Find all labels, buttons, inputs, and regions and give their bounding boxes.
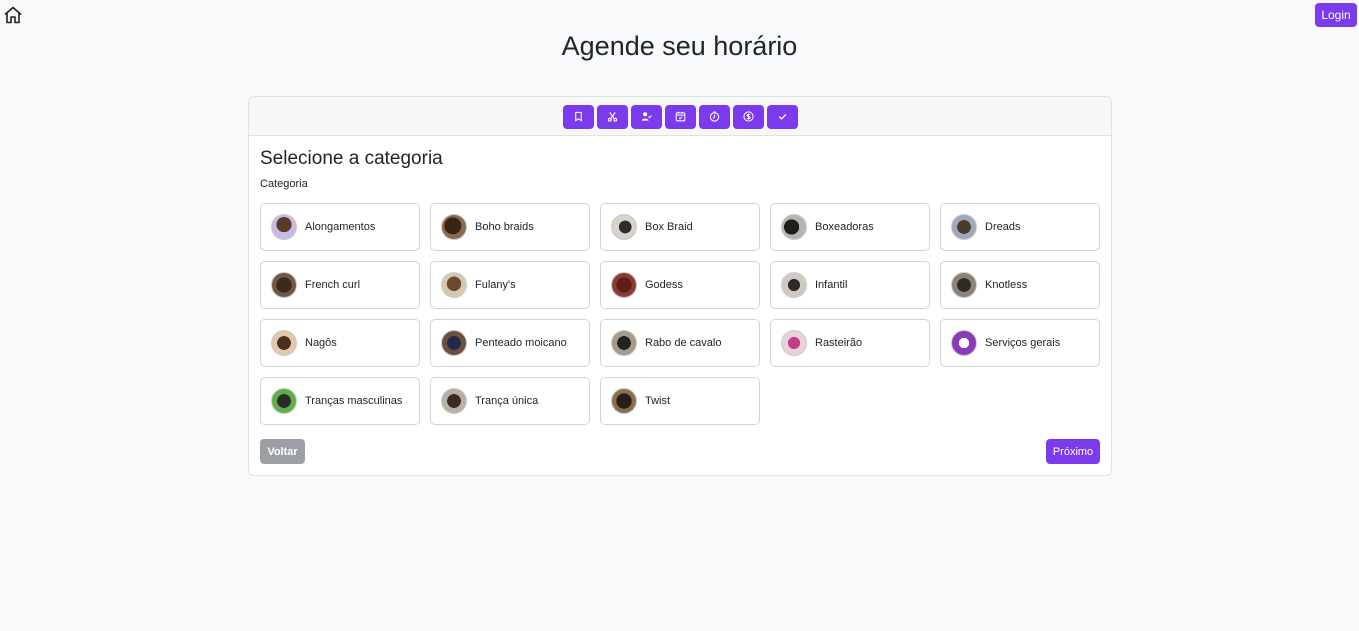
category-option[interactable]: Tranças masculinas [260, 377, 420, 425]
category-option-label: Knotless [985, 279, 1028, 291]
category-option[interactable]: Twist [600, 377, 760, 425]
category-option-label: Trança única [475, 395, 539, 407]
page-title: Agende seu horário [561, 31, 798, 61]
category-option[interactable]: Boho braids [430, 203, 590, 251]
category-option[interactable]: Fulany's [430, 261, 590, 309]
category-avatar [441, 272, 467, 298]
category-avatar [951, 272, 977, 298]
category-option-label: Twist [645, 395, 671, 407]
category-option[interactable]: Dreads [940, 203, 1100, 251]
bookmark-icon [574, 111, 582, 122]
category-option[interactable]: Nagôs [260, 319, 420, 367]
step-nav [249, 97, 1111, 136]
step-category-button[interactable] [562, 104, 594, 129]
booking-card: Selecione a categoria Categoria Alongame… [248, 96, 1112, 476]
category-option[interactable]: Boxeadoras [770, 203, 930, 251]
category-avatar [271, 214, 297, 240]
category-option-label: Box Braid [645, 221, 693, 233]
category-option[interactable]: Trança única [430, 377, 590, 425]
category-option-label: Serviços gerais [985, 337, 1061, 349]
category-option[interactable]: Godess [600, 261, 760, 309]
category-grid: Alongamentos Boho braids Box Braid Boxeador… [260, 203, 1100, 425]
category-option-label: Alongamentos [305, 221, 376, 233]
step-confirm-button[interactable] [766, 104, 798, 129]
category-option-label: Nagôs [305, 337, 337, 349]
category-avatar [781, 214, 807, 240]
next-button[interactable]: Próximo [1046, 439, 1100, 464]
form-actions: Voltar Próximo [260, 439, 1100, 464]
category-avatar [611, 214, 637, 240]
category-option[interactable]: French curl [260, 261, 420, 309]
category-option-label: French curl [305, 279, 361, 291]
clock-icon [709, 111, 719, 122]
step-service-button[interactable] [596, 104, 628, 129]
category-avatar [441, 330, 467, 356]
category-avatar [611, 272, 637, 298]
dollar-icon [742, 111, 754, 122]
category-option[interactable]: Rabo de cavalo [600, 319, 760, 367]
category-option[interactable]: Rasteirão [770, 319, 930, 367]
category-option[interactable]: Penteado moicano [430, 319, 590, 367]
category-option-label: Penteado moicano [475, 337, 567, 349]
category-option-label: Boxeadoras [815, 221, 874, 233]
step-payment-button[interactable] [732, 104, 764, 129]
home-icon[interactable] [3, 5, 23, 25]
category-option-label: Boho braids [475, 221, 534, 233]
category-option-label: Rabo de cavalo [645, 337, 722, 349]
category-option[interactable]: Box Braid [600, 203, 760, 251]
category-option[interactable]: Alongamentos [260, 203, 420, 251]
category-option-label: Tranças masculinas [305, 395, 403, 407]
check-icon [778, 114, 786, 120]
calendar-icon [675, 111, 685, 122]
user-check-icon [641, 112, 652, 121]
category-avatar [951, 330, 977, 356]
category-option[interactable]: Knotless [940, 261, 1100, 309]
category-avatar [271, 330, 297, 356]
category-option-label: Rasteirão [815, 337, 863, 349]
section-title: Selecione a categoria [260, 148, 443, 169]
login-button[interactable]: Login [1315, 3, 1357, 27]
category-avatar [271, 272, 297, 298]
step-date-button[interactable] [664, 104, 696, 129]
category-label: Categoria [260, 178, 308, 190]
category-option-label: Godess [645, 279, 683, 291]
category-avatar [781, 272, 807, 298]
category-option-label: Fulany's [475, 279, 516, 291]
category-avatar [441, 388, 467, 414]
category-option[interactable]: Serviços gerais [940, 319, 1100, 367]
category-avatar [951, 214, 977, 240]
category-avatar [781, 330, 807, 356]
category-option-label: Infantil [815, 279, 848, 291]
scissors-icon [607, 112, 617, 122]
category-avatar [611, 330, 637, 356]
category-avatar [441, 214, 467, 240]
category-option-label: Dreads [985, 221, 1021, 233]
category-avatar [611, 388, 637, 414]
category-option[interactable]: Infantil [770, 261, 930, 309]
category-avatar [271, 388, 297, 414]
step-professional-button[interactable] [630, 104, 662, 129]
step-time-button[interactable] [698, 104, 730, 129]
back-button[interactable]: Voltar [260, 439, 305, 464]
